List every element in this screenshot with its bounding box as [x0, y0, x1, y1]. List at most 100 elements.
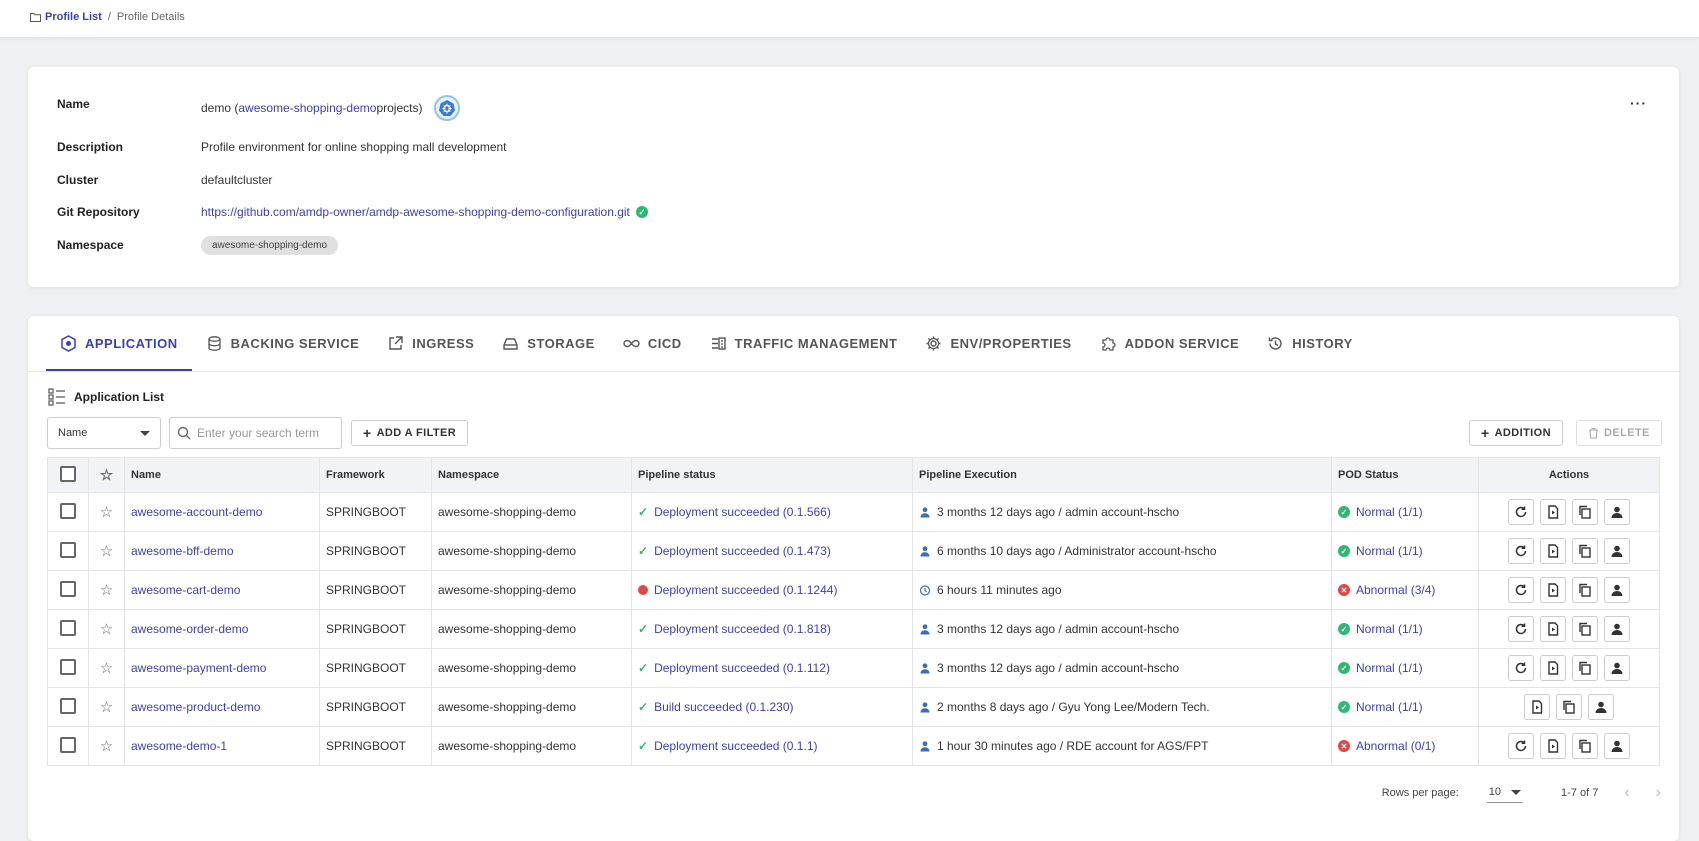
- copy-button[interactable]: [1572, 499, 1598, 525]
- tab-traffic-management[interactable]: TRAFFIC MANAGEMENT: [696, 316, 912, 371]
- row-checkbox[interactable]: [60, 736, 76, 753]
- previous-page-button[interactable]: ‹: [1624, 784, 1629, 802]
- table-row[interactable]: ☆ awesome-product-demo SPRINGBOOT awesom…: [47, 687, 1660, 727]
- star-icon[interactable]: ☆: [100, 582, 113, 599]
- refresh-button[interactable]: [1508, 616, 1534, 642]
- framework-cell: SPRINGBOOT: [319, 726, 432, 766]
- tab-storage[interactable]: STORAGE: [488, 316, 609, 371]
- table-row[interactable]: ☆ awesome-payment-demo SPRINGBOOT awesom…: [47, 648, 1660, 688]
- tab-application[interactable]: APPLICATION: [46, 316, 192, 371]
- app-name-link[interactable]: awesome-bff-demo: [131, 544, 234, 558]
- star-icon[interactable]: ☆: [100, 660, 113, 677]
- star-icon[interactable]: ☆: [100, 543, 113, 560]
- delete-button[interactable]: DELETE: [1576, 420, 1662, 446]
- star-icon[interactable]: ☆: [100, 621, 113, 638]
- pod-status-header[interactable]: POD Status: [1331, 457, 1479, 493]
- deploy-button[interactable]: [1540, 655, 1566, 681]
- addition-button[interactable]: + ADDITION: [1469, 420, 1563, 446]
- star-icon[interactable]: ☆: [100, 738, 113, 755]
- pipeline-status-link[interactable]: ✓ Deployment succeeded (0.1.818): [638, 622, 906, 636]
- tab-addon-service[interactable]: ADDON SERVICE: [1086, 316, 1254, 371]
- copy-button[interactable]: [1556, 694, 1582, 720]
- star-icon[interactable]: ☆: [100, 699, 113, 716]
- refresh-button[interactable]: [1508, 733, 1534, 759]
- user-button[interactable]: [1604, 655, 1630, 681]
- pipeline-status-link[interactable]: ✓ Deployment succeeded (0.1.566): [638, 505, 906, 519]
- pod-status-link[interactable]: ✓ Normal (1/1): [1338, 544, 1472, 558]
- app-name-link[interactable]: awesome-account-demo: [131, 505, 262, 519]
- pod-status-link[interactable]: ✓ Normal (1/1): [1338, 505, 1472, 519]
- user-button[interactable]: [1604, 577, 1630, 603]
- pipeline-status-link[interactable]: ✓ Deployment succeeded (0.1.473): [638, 544, 906, 558]
- copy-button[interactable]: [1572, 616, 1598, 642]
- deploy-button[interactable]: [1540, 733, 1566, 759]
- user-button[interactable]: [1604, 538, 1630, 564]
- namespace-header[interactable]: Namespace: [431, 457, 632, 493]
- pipeline-execution-header[interactable]: Pipeline Execution: [912, 457, 1332, 493]
- tab-history[interactable]: HISTORY: [1253, 316, 1367, 371]
- select-all-checkbox[interactable]: [60, 465, 76, 482]
- pod-status-link[interactable]: ✓ Normal (1/1): [1338, 622, 1472, 636]
- pipeline-status-link[interactable]: ✓ Build succeeded (0.1.230): [638, 700, 906, 714]
- deploy-button[interactable]: [1540, 616, 1566, 642]
- refresh-button[interactable]: [1508, 577, 1534, 603]
- tab-ingress[interactable]: INGRESS: [373, 316, 488, 371]
- next-page-button[interactable]: ›: [1656, 784, 1661, 802]
- copy-button[interactable]: [1572, 538, 1598, 564]
- tab-cicd[interactable]: CICD: [609, 316, 696, 371]
- pod-status-link[interactable]: ✕ Abnormal (0/1): [1338, 739, 1472, 753]
- pipeline-status-link[interactable]: Deployment succeeded (0.1.1244): [638, 583, 906, 597]
- copy-button[interactable]: [1572, 577, 1598, 603]
- pod-status-link[interactable]: ✓ Normal (1/1): [1338, 700, 1472, 714]
- pod-status-link[interactable]: ✓ Normal (1/1): [1338, 661, 1472, 675]
- app-name-link[interactable]: awesome-order-demo: [131, 622, 248, 636]
- search-input[interactable]: [197, 426, 327, 440]
- row-checkbox[interactable]: [60, 580, 76, 597]
- row-checkbox[interactable]: [60, 697, 76, 714]
- user-button[interactable]: [1604, 616, 1630, 642]
- user-icon: [1594, 700, 1608, 714]
- name-header[interactable]: Name: [124, 457, 320, 493]
- user-button[interactable]: [1604, 499, 1630, 525]
- app-name-link[interactable]: awesome-demo-1: [131, 739, 227, 753]
- filter-field-select[interactable]: Name: [47, 417, 161, 449]
- pod-status-link[interactable]: ✕ Abnormal (3/4): [1338, 583, 1472, 597]
- table-row[interactable]: ☆ awesome-bff-demo SPRINGBOOT awesome-sh…: [47, 531, 1660, 571]
- tab-env-properties[interactable]: ENV/PROPERTIES: [911, 316, 1085, 371]
- row-checkbox[interactable]: [60, 541, 76, 558]
- pipeline-status-link[interactable]: ✓ Deployment succeeded (0.1.1): [638, 739, 906, 753]
- pipeline-status-header[interactable]: Pipeline status: [631, 457, 913, 493]
- deploy-button[interactable]: [1540, 577, 1566, 603]
- table-row[interactable]: ☆ awesome-order-demo SPRINGBOOT awesome-…: [47, 609, 1660, 649]
- table-row[interactable]: ☆ awesome-demo-1 SPRINGBOOT awesome-shop…: [47, 726, 1660, 766]
- table-row[interactable]: ☆ awesome-cart-demo SPRINGBOOT awesome-s…: [47, 570, 1660, 610]
- git-repository-link[interactable]: https://github.com/amdp-owner/amdp-aweso…: [201, 205, 630, 219]
- row-checkbox[interactable]: [60, 658, 76, 675]
- user-button[interactable]: [1588, 694, 1614, 720]
- refresh-button[interactable]: [1508, 499, 1534, 525]
- refresh-button[interactable]: [1508, 538, 1534, 564]
- pipeline-status-link[interactable]: ✓ Deployment succeeded (0.1.112): [638, 661, 906, 675]
- app-name-link[interactable]: awesome-cart-demo: [131, 583, 240, 597]
- row-checkbox[interactable]: [60, 502, 76, 519]
- star-icon[interactable]: ☆: [100, 504, 113, 521]
- row-checkbox[interactable]: [60, 619, 76, 636]
- refresh-button[interactable]: [1508, 655, 1534, 681]
- breadcrumb-profile-list[interactable]: Profile List: [30, 11, 102, 23]
- user-button[interactable]: [1604, 733, 1630, 759]
- rows-per-page-select[interactable]: 10: [1486, 782, 1524, 803]
- table-row[interactable]: ☆ awesome-account-demo SPRINGBOOT awesom…: [47, 492, 1660, 532]
- deploy-button[interactable]: [1540, 499, 1566, 525]
- deploy-button[interactable]: [1540, 538, 1566, 564]
- star-icon[interactable]: ☆: [100, 467, 113, 484]
- tab-backing-service[interactable]: BACKING SERVICE: [192, 316, 374, 371]
- add-filter-button[interactable]: + ADD A FILTER: [351, 420, 469, 446]
- project-link[interactable]: awesome-shopping-demo: [238, 101, 376, 115]
- copy-button[interactable]: [1572, 655, 1598, 681]
- more-options-button[interactable]: ···: [1630, 95, 1647, 111]
- app-name-link[interactable]: awesome-payment-demo: [131, 661, 266, 675]
- framework-header[interactable]: Framework: [319, 457, 432, 493]
- app-name-link[interactable]: awesome-product-demo: [131, 700, 260, 714]
- deploy-button[interactable]: [1524, 694, 1550, 720]
- copy-button[interactable]: [1572, 733, 1598, 759]
